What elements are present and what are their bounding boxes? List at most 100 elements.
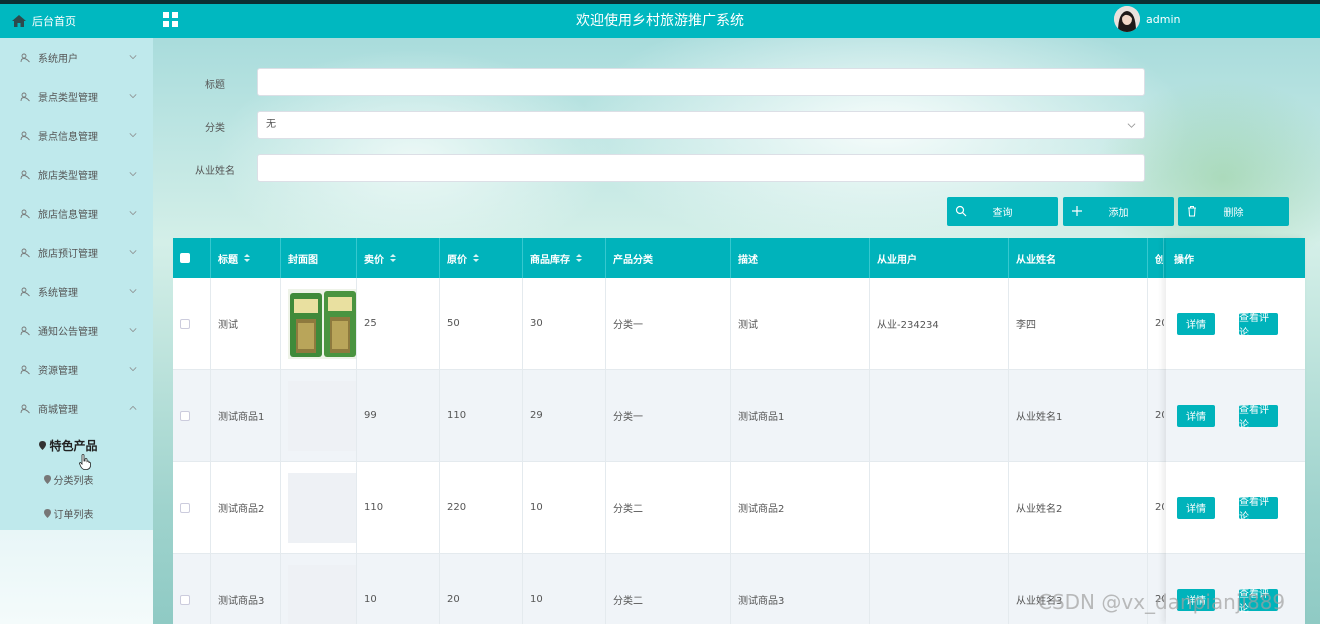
category-label: 分类: [205, 123, 225, 134]
sidebar-item[interactable]: 商城管理: [0, 389, 153, 428]
column-header[interactable]: 商品库存: [523, 238, 606, 278]
cell-text: 20: [447, 594, 460, 605]
worker-name-label: 从业姓名: [195, 166, 235, 177]
user-icon: [20, 404, 30, 413]
category-select[interactable]: 无: [257, 111, 1145, 139]
table-cell: [281, 462, 357, 553]
submenu-item[interactable]: 特色产品: [0, 428, 153, 462]
sidebar-item[interactable]: 旅店信息管理: [0, 194, 153, 233]
sidebar-item-label: 商城管理: [38, 405, 78, 416]
row-checkbox[interactable]: [180, 502, 190, 513]
cell-text: 从业姓名2: [1016, 504, 1063, 515]
cell-text: 220: [447, 502, 467, 513]
table-cell: 测试商品2: [731, 462, 870, 553]
cell-text: 从业姓名1: [1016, 412, 1063, 423]
chevron-down-icon: [129, 328, 137, 333]
chevron-down-icon: [129, 133, 137, 138]
sidebar-item-label: 资源管理: [38, 366, 78, 377]
select-all-checkbox[interactable]: [180, 253, 190, 263]
operation-header: 操作: [1166, 238, 1305, 278]
row-select-cell: [173, 554, 211, 624]
view-reviews-button[interactable]: 查看评论: [1239, 404, 1278, 431]
table-cell: 20: [440, 554, 523, 624]
home-link[interactable]: 后台首页: [0, 4, 153, 38]
table-cell: 20: [1148, 278, 1164, 369]
delete-button[interactable]: 删除: [1178, 197, 1289, 226]
plus-icon: [1072, 206, 1082, 216]
sidebar-item-label: 旅店信息管理: [38, 210, 98, 221]
cell-text: 20: [1155, 594, 1164, 605]
view-reviews-button[interactable]: 查看评论: [1239, 496, 1278, 523]
column-header: 从业用户: [870, 238, 1009, 278]
user-icon: [20, 53, 30, 62]
cell-text: 测试商品2: [738, 504, 785, 515]
column-header-label: 卖价: [364, 254, 384, 266]
sidebar-item[interactable]: 系统用户: [0, 38, 153, 77]
row-select-cell: [173, 278, 211, 369]
submenu-item-label: 分类列表: [53, 475, 94, 487]
cell-text: 29: [530, 410, 543, 421]
detail-button[interactable]: 详情: [1177, 404, 1215, 427]
table-cell: 29: [523, 370, 606, 461]
grid-menu-icon[interactable]: [163, 12, 178, 27]
sort-icon[interactable]: [243, 253, 251, 263]
cell-text: 从业-234234: [877, 320, 939, 331]
detail-button[interactable]: 详情: [1177, 588, 1215, 611]
table-cell: 20: [1148, 554, 1164, 624]
cell-text: 10: [530, 594, 543, 605]
sidebar-item[interactable]: 景点类型管理: [0, 77, 153, 116]
table-cell: [870, 462, 1009, 553]
table-cell: 10: [523, 554, 606, 624]
chevron-down-icon: [129, 289, 137, 294]
sort-icon[interactable]: [472, 253, 480, 263]
view-reviews-button[interactable]: 查看评论: [1239, 312, 1278, 339]
row-checkbox[interactable]: [180, 318, 190, 329]
table-cell: 从业姓名1: [1009, 370, 1148, 461]
sidebar-item[interactable]: 通知公告管理: [0, 311, 153, 350]
cover-image: [288, 380, 356, 451]
detail-button[interactable]: 详情: [1177, 496, 1215, 519]
table-cell: [281, 278, 357, 369]
table-cell: [281, 370, 357, 461]
cell-text: 测试商品1: [218, 412, 265, 423]
username: admin: [1146, 12, 1181, 26]
cell-text: 分类二: [613, 504, 643, 515]
table-cell: 220: [440, 462, 523, 553]
sidebar-item[interactable]: 旅店预订管理: [0, 233, 153, 272]
row-checkbox[interactable]: [180, 410, 190, 421]
table-cell: 测试商品1: [731, 370, 870, 461]
table-cell: [870, 370, 1009, 461]
query-button[interactable]: 查询: [947, 197, 1058, 226]
cell-text: 20: [1155, 502, 1164, 513]
row-checkbox[interactable]: [180, 594, 190, 605]
sort-icon[interactable]: [575, 253, 583, 263]
operation-cell: 详情 查看评论: [1166, 554, 1305, 624]
sort-icon[interactable]: [389, 253, 397, 263]
add-button[interactable]: 添加: [1063, 197, 1174, 226]
submenu-item[interactable]: 订单列表: [0, 496, 153, 530]
worker-name-input[interactable]: [257, 154, 1145, 182]
hand-cursor-icon: [79, 454, 91, 470]
table-header: 标题 封面图 卖价 原价 商品库存 产品分类 描述 从业用户 从业姓名 创: [173, 238, 1305, 278]
table-cell: 测试: [211, 278, 281, 369]
table-row: 测试 25 50 30 分类一 测试 从业-234234 李四 20: [173, 278, 1305, 370]
column-header-label: 产品分类: [613, 254, 653, 266]
title-input[interactable]: [257, 68, 1145, 96]
sidebar-item[interactable]: 旅店类型管理: [0, 155, 153, 194]
sidebar-item[interactable]: 景点信息管理: [0, 116, 153, 155]
column-header[interactable]: 卖价: [357, 238, 440, 278]
detail-button[interactable]: 详情: [1177, 312, 1215, 335]
column-header[interactable]: 标题: [211, 238, 281, 278]
cell-text: 分类一: [613, 412, 643, 423]
user-icon: [20, 287, 30, 296]
submenu-item[interactable]: 分类列表: [0, 462, 153, 496]
view-reviews-button[interactable]: 查看评论: [1239, 588, 1278, 615]
table-cell: 30: [523, 278, 606, 369]
sidebar-item[interactable]: 资源管理: [0, 350, 153, 389]
cell-text: 测试: [218, 320, 238, 331]
user-menu[interactable]: admin: [1114, 6, 1180, 32]
column-header[interactable]: 原价: [440, 238, 523, 278]
sidebar-item[interactable]: 系统管理: [0, 272, 153, 311]
table-cell: [870, 554, 1009, 624]
table-cell: 分类二: [606, 462, 731, 553]
